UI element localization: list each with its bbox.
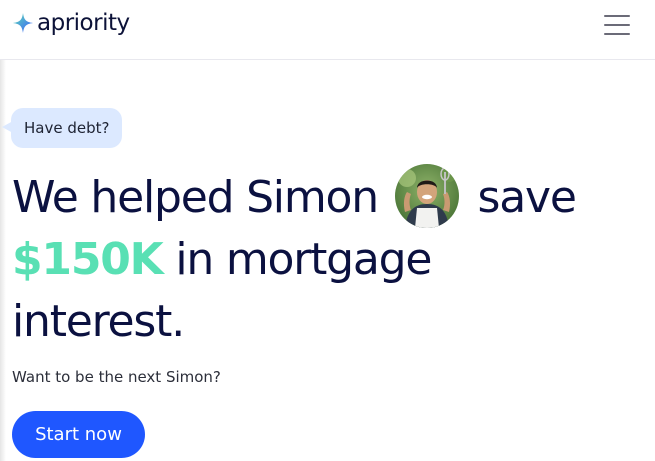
menu-line	[604, 33, 630, 35]
speech-bubble-text: Have debt?	[24, 119, 110, 137]
hero-headline: We helped Simon save $150K in mortgage i…	[12, 164, 652, 353]
sparkle-icon	[13, 13, 33, 33]
headline-part-2: save	[477, 172, 577, 223]
avatar	[394, 164, 459, 228]
headline-part-3: in mortgage	[175, 234, 432, 285]
speech-bubble: Have debt?	[11, 108, 123, 148]
headline-part-1: We helped Simon	[12, 172, 379, 223]
start-now-button[interactable]: Start now	[12, 411, 145, 458]
headline-part-4: interest.	[12, 296, 185, 347]
brand-logo[interactable]: apriority	[12, 9, 130, 37]
hamburger-menu-icon[interactable]	[604, 13, 632, 37]
savings-amount: $150K	[12, 234, 164, 285]
brand-name: apriority	[37, 10, 130, 36]
page-edge-shadow	[0, 0, 6, 461]
menu-line	[604, 24, 630, 26]
site-header: apriority	[0, 0, 655, 60]
hero-subline: Want to be the next Simon?	[12, 368, 221, 386]
menu-line	[604, 15, 630, 17]
